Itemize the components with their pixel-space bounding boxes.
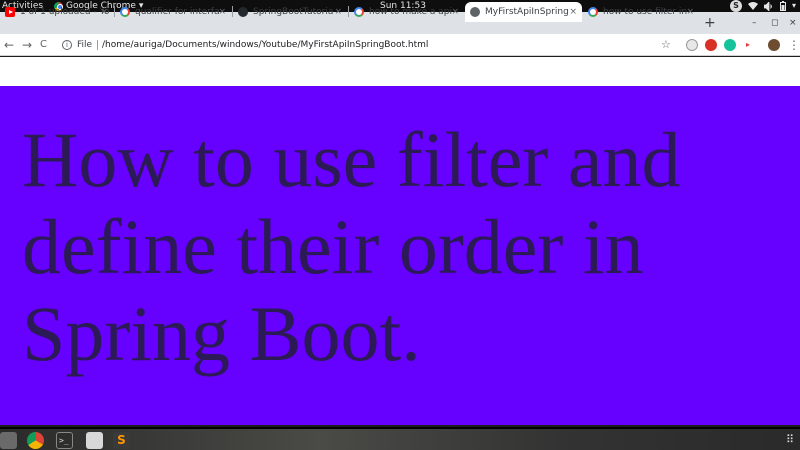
close-icon[interactable]: × [334, 2, 342, 22]
address-bar[interactable]: i File /home/auriga/Documents/windows/Yo… [58, 36, 678, 54]
url-text[interactable]: /home/auriga/Documents/windows/Youtube/M… [102, 36, 428, 54]
maximize-button[interactable]: ◻ [771, 12, 778, 34]
tab-label: qualifier for interfa [135, 7, 220, 17]
tab-springboot-tutorial[interactable]: SpringBootTutoria × [233, 2, 347, 22]
volume-icon [763, 1, 772, 11]
tab-use-filter[interactable]: how to use filter in × [583, 2, 699, 22]
system-tray[interactable]: S ▾ [729, 0, 796, 12]
avatar[interactable] [768, 39, 780, 51]
close-icon[interactable]: × [218, 2, 226, 22]
show-apps-button[interactable]: ⠿ [786, 433, 798, 447]
tab-make-api[interactable]: how to make a api × [349, 2, 464, 22]
close-icon[interactable]: × [100, 2, 108, 22]
tab-label: 1 of 1 uploaded - Yo [20, 7, 110, 17]
taskbar: >_ S ⠿ [0, 427, 800, 450]
youtube-icon [5, 7, 15, 17]
screencast-icon[interactable]: ▸ [742, 39, 754, 51]
tab-qualifier[interactable]: qualifier for interfa × [115, 2, 231, 22]
back-button[interactable]: ← [4, 34, 14, 56]
page-top-margin [0, 57, 800, 86]
grammarly-icon[interactable] [724, 39, 736, 51]
files-icon[interactable] [0, 432, 17, 449]
google-icon [120, 7, 130, 17]
chevron-down-icon: ▾ [791, 1, 796, 10]
text-editor-icon[interactable] [86, 432, 103, 449]
close-icon[interactable]: × [451, 2, 459, 22]
close-icon[interactable]: × [686, 2, 694, 22]
url-scheme: File [77, 40, 93, 50]
terminal-icon[interactable]: >_ [56, 432, 73, 449]
chrome-menu-button[interactable]: ⋮ [788, 34, 800, 56]
minimize-button[interactable]: – [752, 12, 757, 34]
window-close-button[interactable]: × [789, 12, 797, 34]
omnibox-divider [97, 40, 98, 50]
sublime-icon[interactable]: S [113, 432, 130, 449]
reload-button[interactable]: C [40, 34, 47, 56]
info-icon[interactable]: i [62, 40, 72, 50]
tab-label: how to use filter in [603, 7, 688, 17]
forward-button[interactable]: → [22, 34, 32, 56]
skype-icon[interactable]: S [729, 0, 742, 12]
globe-icon [470, 7, 480, 17]
tab-label: how to make a api [369, 7, 453, 17]
google-icon [588, 7, 598, 17]
new-tab-button[interactable]: + [704, 13, 716, 33]
close-icon[interactable]: × [569, 2, 577, 22]
chrome-icon[interactable] [27, 432, 44, 449]
battery-icon [779, 1, 786, 11]
opera-icon[interactable] [705, 39, 717, 51]
page-heading: How to use filter and define their order… [22, 116, 681, 377]
tab-youtube-upload[interactable]: 1 of 1 uploaded - Yo × [0, 2, 113, 22]
browser-toolbar: ← → C i File /home/auriga/Documents/wind… [0, 34, 800, 56]
github-icon [238, 7, 248, 17]
tab-label: MyFirstApiInSpring [485, 7, 569, 17]
tab-myfirstapi[interactable]: MyFirstApiInSpring × [465, 2, 582, 22]
google-icon [354, 7, 364, 17]
screen: Activities Google Chrome ▾ Sun 11:53 S ▾… [0, 0, 800, 450]
wifi-icon [747, 1, 758, 10]
extension-icon[interactable] [686, 39, 698, 51]
bookmark-star-icon[interactable]: ☆ [661, 36, 671, 54]
tab-label: SpringBootTutoria [253, 7, 334, 17]
